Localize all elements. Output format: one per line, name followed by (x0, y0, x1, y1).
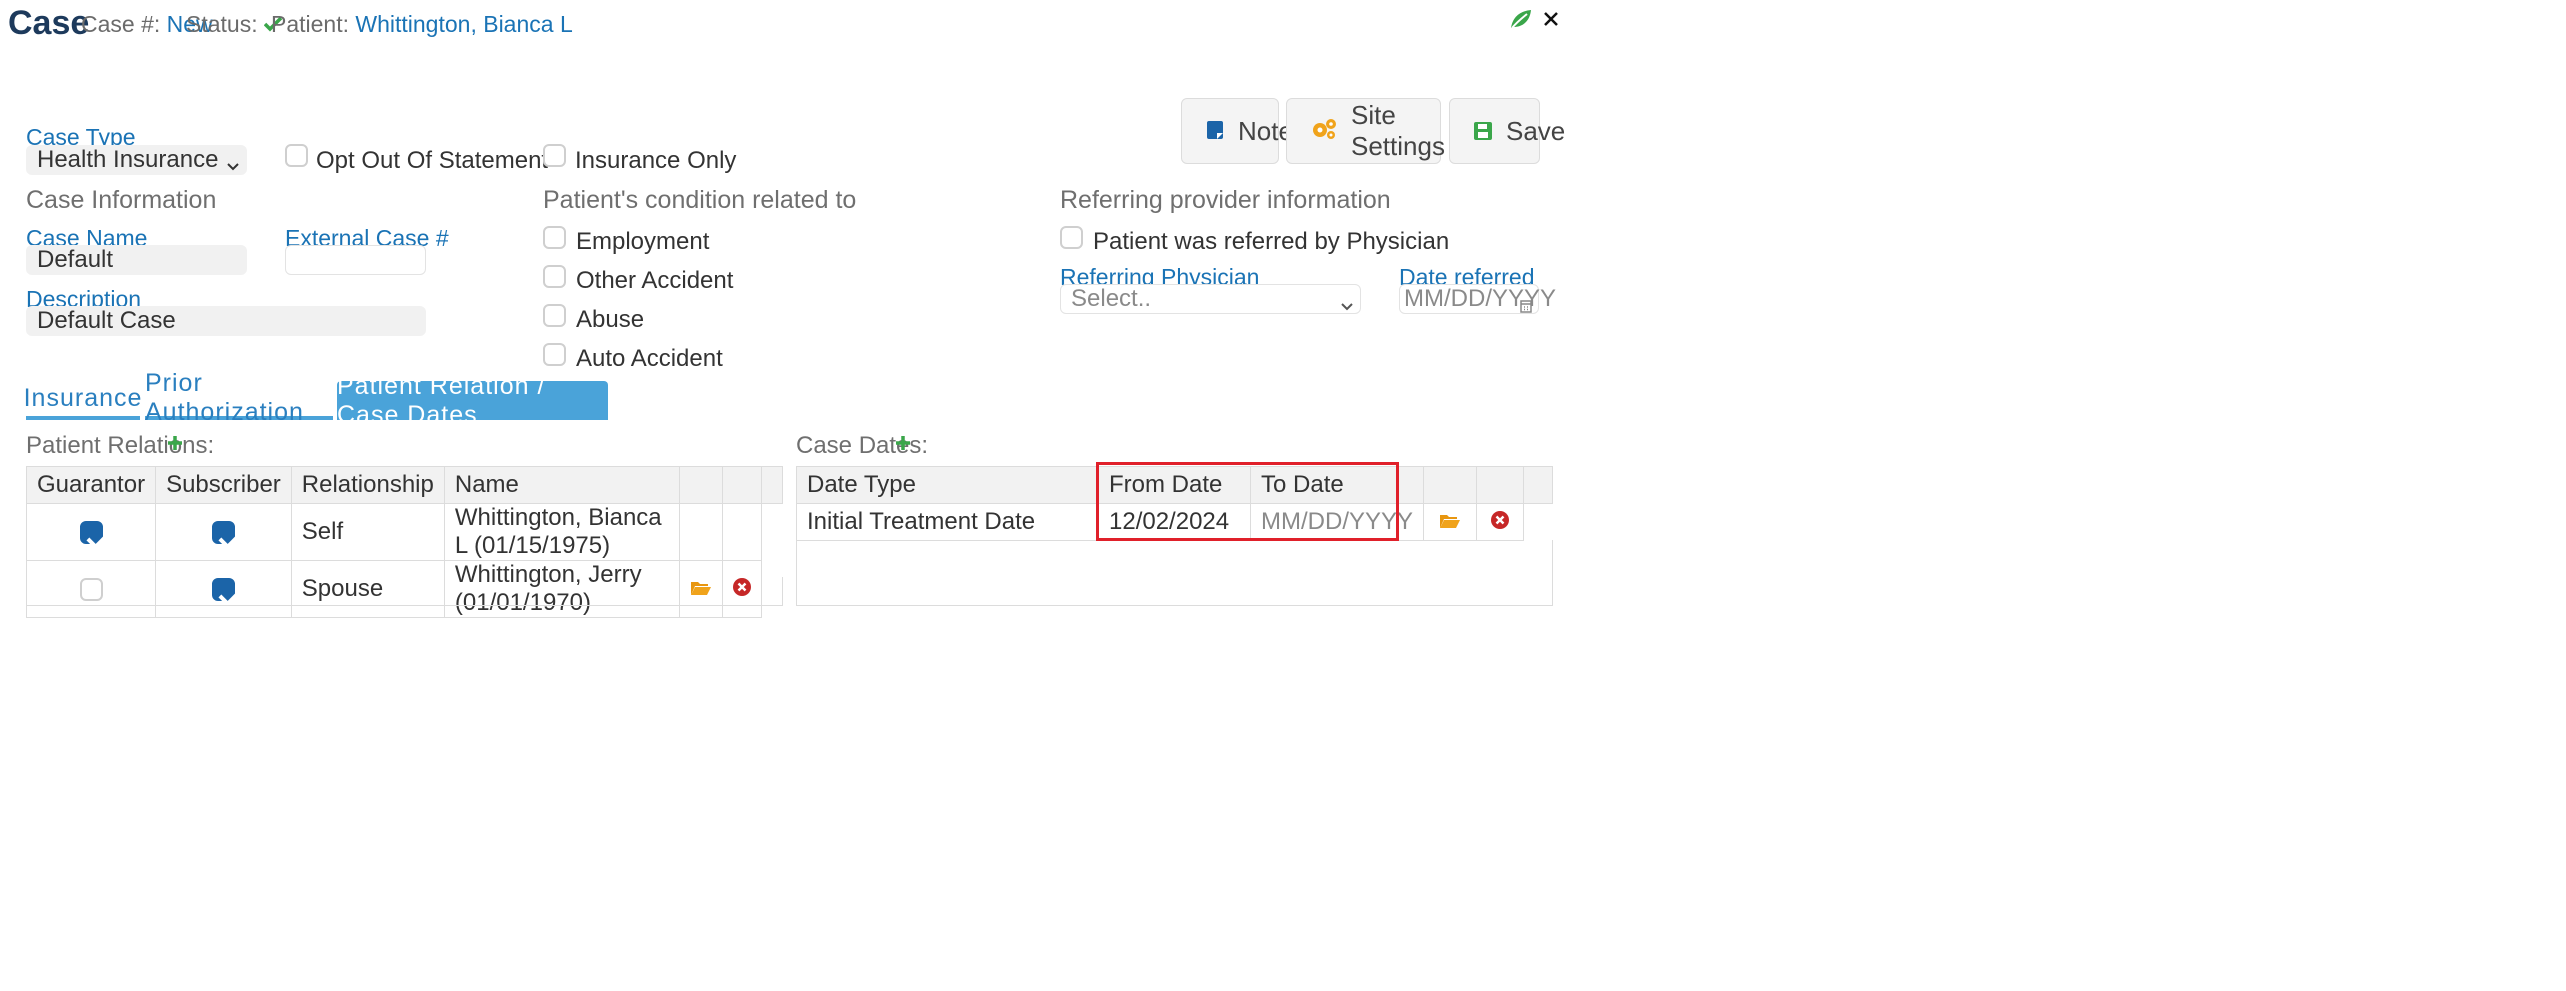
tab-prior-authorization[interactable]: Prior Authorization (145, 369, 333, 426)
insurance-only-label: Insurance Only (575, 147, 737, 174)
case-name-input[interactable]: Default (26, 245, 247, 275)
gears-icon (1311, 116, 1337, 147)
save-label: Save (1506, 115, 1566, 146)
description-value: Default Case (37, 307, 176, 334)
date-referred-input[interactable]: MM/DD/YYYY (1399, 284, 1556, 314)
referring-heading: Referring provider information (1060, 186, 1391, 214)
empty-cell (679, 503, 723, 561)
table-row: Self Whittington, Bianca L (01/15/1975) (25, 503, 783, 561)
abuse-label: Abuse (576, 306, 645, 333)
empty-cell (722, 503, 762, 561)
insurance-only-checkbox[interactable] (543, 144, 566, 167)
guarantor-checkbox[interactable] (79, 521, 103, 545)
page-title: Case (8, 4, 90, 42)
opt-out-checkbox[interactable] (285, 144, 308, 167)
column-header[interactable]: Name (443, 466, 681, 504)
condition-heading: Patient's condition related to (543, 186, 857, 214)
referred-by-physician-checkbox[interactable] (1060, 226, 1083, 249)
case-information-heading: Case Information (26, 186, 217, 214)
close-icon[interactable] (1543, 11, 1559, 32)
notes-button[interactable]: Notes (1181, 98, 1306, 164)
opt-out-label: Opt Out Of Statement (316, 147, 549, 174)
subscriber-checkbox[interactable] (211, 521, 235, 545)
guarantor-cell (25, 503, 157, 561)
other-accident-label: Other Accident (576, 267, 734, 294)
chevron-down-icon (226, 152, 240, 180)
site-settings-label: Site Settings (1351, 100, 1445, 161)
auto-accident-label: Auto Accident (576, 345, 723, 372)
status-label: Status: (186, 11, 258, 37)
folder-open-icon[interactable] (1439, 508, 1461, 535)
save-button[interactable]: Save (1449, 98, 1565, 164)
case-name-value: Default (37, 246, 114, 273)
patient-link[interactable]: Whittington, Bianca L (355, 11, 572, 37)
column-header[interactable]: Date Type (796, 466, 1099, 504)
column-header[interactable]: Guarantor (25, 466, 157, 504)
name-cell: Whittington, Bianca L (01/15/1975) (443, 503, 681, 561)
delete-cell (1476, 503, 1525, 541)
save-icon (1474, 116, 1492, 147)
column-header[interactable]: Relationship (290, 466, 445, 504)
case-number-label: Case #: (81, 11, 161, 37)
patient-relations-title: Patient Relations: (26, 432, 215, 459)
leaf-icon (1509, 8, 1533, 35)
column-header-empty (761, 466, 783, 504)
folder-cell (1423, 503, 1478, 541)
case-type-value: Health Insurance (37, 146, 219, 173)
relationship-cell: Self (290, 503, 445, 561)
column-header-empty (1523, 466, 1553, 504)
patient-relations-heading: Patient Relations: (26, 432, 214, 460)
referring-physician-select[interactable]: Select.. (1060, 284, 1361, 314)
referring-physician-placeholder: Select.. (1071, 285, 1152, 312)
add-case-date-icon[interactable] (895, 435, 911, 456)
description-input[interactable]: Default Case (26, 306, 426, 336)
delete-icon[interactable] (1491, 508, 1510, 535)
subscriber-cell (155, 503, 292, 561)
table-header-row: Guarantor Subscriber Relationship Name (25, 466, 783, 504)
case-dates-table-body (796, 540, 1553, 606)
column-header-empty (1476, 466, 1525, 504)
calendar-icon[interactable] (1520, 292, 1532, 320)
patient-info: Patient: Whittington, Bianca L (271, 11, 573, 38)
date-range-highlight (1096, 462, 1399, 541)
site-settings-button[interactable]: Site Settings (1286, 98, 1445, 164)
empty-cell (1524, 504, 1553, 541)
auto-accident-checkbox[interactable] (543, 343, 566, 366)
employment-checkbox[interactable] (543, 226, 566, 249)
tab-patient-relation-case-dates[interactable]: Patient Relation / Case Dates (337, 372, 608, 429)
date-type-cell: Initial Treatment Date (796, 503, 1099, 541)
empty-cell (762, 504, 783, 561)
external-case-input[interactable] (285, 245, 426, 275)
chevron-down-icon (1340, 292, 1354, 320)
case-type-select[interactable]: Health Insurance (26, 145, 247, 175)
notes-icon (1206, 116, 1224, 147)
patient-label: Patient: (271, 11, 349, 37)
referred-by-physician-label: Patient was referred by Physician (1093, 228, 1450, 255)
column-header-empty (1423, 466, 1478, 504)
column-header[interactable]: Subscriber (155, 466, 292, 504)
date-referred-placeholder: MM/DD/YYYY (1404, 285, 1557, 312)
tab-insurance[interactable]: Insurance (24, 380, 141, 420)
add-relation-icon[interactable] (167, 435, 183, 456)
patient-relations-table-body (26, 577, 783, 606)
column-header-empty (722, 466, 762, 504)
case-status: Status: (186, 11, 283, 38)
other-accident-checkbox[interactable] (543, 265, 566, 288)
column-header-empty (679, 466, 723, 504)
employment-label: Employment (576, 228, 710, 255)
abuse-checkbox[interactable] (543, 304, 566, 327)
